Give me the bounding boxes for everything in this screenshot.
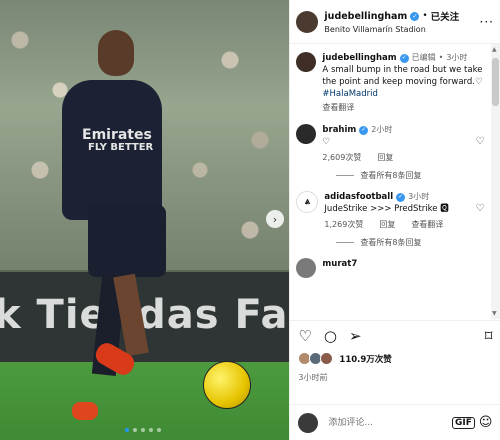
comment-item: murat7 (296, 258, 484, 278)
likes-summary[interactable]: 110.9万次赞 (298, 352, 392, 365)
carousel-dot[interactable] (149, 428, 153, 432)
instagram-post: k Tiendas Far Emirates FLY BETTER › jude… (0, 0, 500, 440)
avatar[interactable] (296, 10, 319, 33)
edited-label: 已编辑 (411, 53, 436, 62)
separator-dot: • (438, 53, 444, 62)
comment-time: 3小时 (408, 192, 430, 201)
carousel-dots (125, 428, 161, 432)
bookmark-icon[interactable]: ⌑ (485, 327, 493, 345)
comment-username[interactable]: murat7 (322, 258, 357, 270)
caption-username[interactable]: judebellingham (322, 52, 396, 64)
like-comment-heart-icon[interactable]: ♡ (475, 203, 484, 215)
emoji-icon[interactable]: ☺ (479, 415, 493, 430)
caption-time: 3小时 (446, 53, 468, 62)
post-timestamp: 3小时前 (298, 373, 328, 382)
like-heart-icon[interactable]: ♡ (298, 327, 311, 345)
player-head (98, 30, 134, 76)
scroll-down-arrow-icon[interactable]: ▼ (492, 310, 497, 317)
reply-button[interactable]: 回复 (379, 219, 395, 231)
comments-scrollbar[interactable]: ▲ ▼ (491, 44, 500, 319)
carousel-dot[interactable] (141, 428, 145, 432)
divider-line (336, 175, 355, 176)
reply-button[interactable]: 回复 (377, 152, 393, 164)
comment-composer: GIF ☺ (290, 404, 500, 440)
carousel-dot[interactable] (133, 428, 137, 432)
comments-list: judebellingham ✓ 已编辑 • 3小时 A small bump … (290, 44, 490, 319)
follow-status-button[interactable]: 已关注 (431, 9, 460, 23)
hashtag-link[interactable]: #HalaMadrid (322, 89, 377, 99)
verified-badge-icon: ✓ (359, 125, 369, 135)
scroll-up-arrow-icon[interactable]: ▲ (492, 46, 497, 53)
caption-text: A small bump in the road but we take the… (322, 65, 483, 87)
avatar[interactable] (296, 52, 317, 72)
caption-text-block: A small bump in the road but we take the… (322, 64, 484, 100)
chevron-right-icon: › (272, 212, 278, 226)
comment-username[interactable]: adidasfootball (324, 191, 393, 203)
player-shorts (88, 205, 166, 277)
post-side-panel: judebellingham ✓ • 已关注 Benito Villamarín… (289, 0, 500, 440)
comment-time: 2小时 (371, 125, 393, 134)
liker-avatar (320, 352, 334, 365)
view-replies-label: 查看所有8条回复 (360, 171, 422, 180)
post-header: judebellingham ✓ • 已关注 Benito Villamarín… (290, 0, 500, 44)
adidas-logo-avatar[interactable]: ⩓ (296, 191, 319, 213)
comment-username[interactable]: brahim (322, 124, 356, 136)
comment-likes[interactable]: 2,609次赞 (322, 152, 361, 164)
scroll-thumb[interactable] (492, 58, 499, 106)
see-translation-link[interactable]: 查看翻译 (322, 102, 484, 114)
post-location[interactable]: Benito Villamarín Stadion (324, 25, 459, 34)
current-user-avatar (298, 412, 319, 433)
separator-dot: • (422, 11, 428, 21)
view-replies-button[interactable]: 查看所有8条回复 (336, 170, 484, 181)
shirt-sponsor: Emirates (82, 127, 152, 143)
likes-count[interactable]: 110.9万次赞 (339, 353, 391, 365)
gif-icon[interactable]: GIF (451, 416, 475, 429)
avatar[interactable] (296, 258, 317, 278)
avatar[interactable] (296, 124, 317, 144)
carousel-dot[interactable] (157, 428, 161, 432)
player-boot (72, 402, 98, 420)
more-options-icon[interactable]: ··· (480, 15, 494, 29)
carousel-dot[interactable] (125, 428, 129, 432)
shirt-sponsor-tagline: FLY BETTER (88, 142, 154, 153)
verified-badge-icon: ✓ (396, 192, 406, 202)
share-send-icon[interactable]: ➢ (349, 327, 362, 345)
add-comment-input[interactable] (326, 416, 452, 429)
comment-item: ⩓ adidasfootball ✓ 3小时 JudeStrike >>> Pr… (296, 191, 484, 231)
football (203, 361, 251, 409)
view-replies-button[interactable]: 查看所有8条回复 (336, 237, 484, 248)
verified-badge-icon: ✓ (399, 53, 409, 63)
comment-text: ♡ (322, 137, 331, 147)
author-username[interactable]: judebellingham (324, 11, 407, 22)
verified-badge-icon: ✓ (410, 11, 420, 21)
caption: judebellingham ✓ 已编辑 • 3小时 A small bump … (296, 52, 484, 114)
post-actions-bar: ♡ ○ ➢ ⌑ (290, 320, 500, 350)
comment-bubble-icon[interactable]: ○ (324, 327, 337, 345)
carousel-next-button[interactable]: › (266, 210, 284, 228)
like-comment-heart-icon[interactable]: ♡ (475, 136, 484, 148)
view-replies-label: 查看所有8条回复 (360, 238, 422, 247)
comment-text: JudeStrike >>> PredStrike 🆀 (324, 204, 449, 214)
post-photo[interactable]: k Tiendas Far Emirates FLY BETTER › (0, 0, 290, 440)
comment-likes[interactable]: 1,269次赞 (324, 219, 363, 231)
see-translation-link[interactable]: 查看翻译 (411, 219, 443, 231)
heart-icon: ♡ (474, 77, 483, 87)
comment-item: brahim ✓ 2小时 ♡ ♡ 2,609次赞 回复 (296, 124, 484, 164)
divider-line (336, 242, 355, 243)
